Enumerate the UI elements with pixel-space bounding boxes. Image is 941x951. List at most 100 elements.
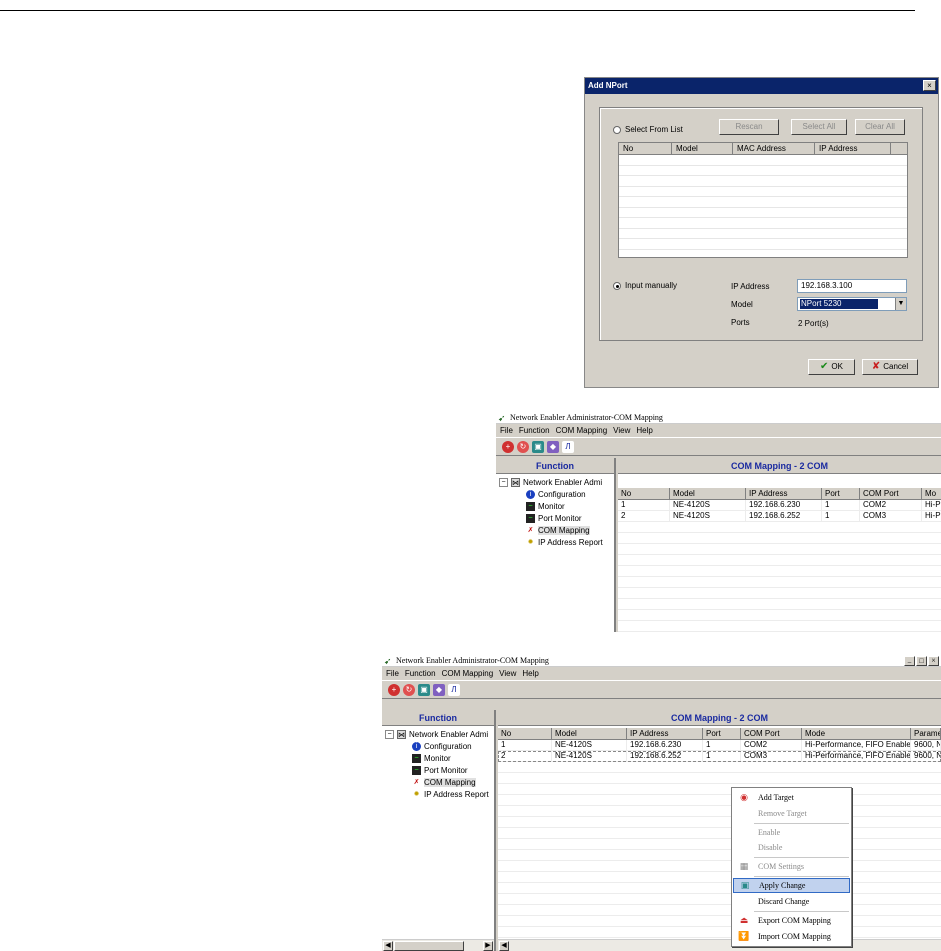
tree-item-ip-report[interactable]: ✹ IP Address Report bbox=[412, 790, 489, 799]
tree-item-monitor[interactable]: ~ Monitor bbox=[412, 754, 451, 763]
col-ip-address[interactable]: IP Address bbox=[746, 488, 822, 499]
cancel-button[interactable]: ✘ Cancel bbox=[862, 359, 918, 375]
scroll-left-icon[interactable]: ◀ bbox=[499, 941, 509, 951]
menu-com-mapping[interactable]: COM Mapping bbox=[442, 669, 494, 678]
menu-view[interactable]: View bbox=[613, 426, 630, 435]
col-port[interactable]: Port bbox=[822, 488, 860, 499]
tree-item-configuration[interactable]: i Configuration bbox=[526, 490, 586, 499]
table-row[interactable] bbox=[498, 883, 941, 894]
col-no[interactable]: No bbox=[619, 143, 672, 154]
col-mode[interactable]: Mo bbox=[922, 488, 941, 499]
menu-function[interactable]: Function bbox=[519, 426, 550, 435]
table-row[interactable] bbox=[618, 566, 941, 577]
col-ip-address[interactable]: IP Address bbox=[815, 143, 891, 154]
col-no[interactable]: No bbox=[618, 488, 670, 499]
table-row[interactable] bbox=[619, 239, 907, 250]
com-mapping-table[interactable]: No Model IP Address Port COM Port Mode P… bbox=[498, 728, 941, 938]
col-ip-address[interactable]: IP Address bbox=[627, 728, 703, 739]
table-row[interactable] bbox=[498, 872, 941, 883]
table-row[interactable] bbox=[619, 155, 907, 166]
table-row[interactable] bbox=[498, 828, 941, 839]
dialog-close-button[interactable]: × bbox=[923, 80, 936, 91]
col-com-port[interactable]: COM Port bbox=[741, 728, 802, 739]
table-row[interactable]: 1 NE-4120S 192.168.6.230 1 COM2 Hi-Perfo… bbox=[498, 740, 941, 751]
menu-view[interactable]: View bbox=[499, 669, 516, 678]
clear-all-button[interactable]: Clear All bbox=[855, 119, 905, 135]
table-row[interactable] bbox=[498, 817, 941, 828]
table-row[interactable]: 2 NE-4120S 192.168.6.252 1 COM3 Hi-Perfo… bbox=[498, 751, 941, 762]
table-row[interactable]: 1 NE-4120S 192.168.6.230 1 COM2 Hi-P bbox=[618, 500, 941, 511]
table-row[interactable] bbox=[498, 806, 941, 817]
tree-item-port-monitor[interactable]: ~ Port Monitor bbox=[412, 766, 468, 775]
table-row[interactable] bbox=[619, 208, 907, 218]
table-row[interactable] bbox=[619, 166, 907, 176]
refresh-icon[interactable]: ↻ bbox=[517, 440, 529, 453]
port-icon[interactable]: Л bbox=[448, 683, 460, 696]
select-from-list-radio[interactable] bbox=[613, 126, 621, 134]
com-mapping-table[interactable]: No Model IP Address Port COM Port Mo 1 N… bbox=[618, 488, 941, 632]
table-row[interactable] bbox=[618, 599, 941, 610]
menu-item-com-settings[interactable]: ▦ COM Settings bbox=[733, 859, 850, 874]
menu-file[interactable]: File bbox=[500, 426, 513, 435]
menu-com-mapping[interactable]: COM Mapping bbox=[556, 426, 608, 435]
table-row[interactable] bbox=[619, 229, 907, 239]
close-button[interactable]: × bbox=[928, 656, 939, 666]
col-mac-address[interactable]: MAC Address bbox=[733, 143, 815, 154]
menu-item-discard-change[interactable]: Discard Change bbox=[733, 894, 850, 909]
table-row[interactable] bbox=[498, 927, 941, 938]
table-row[interactable] bbox=[618, 544, 941, 555]
scroll-right-icon[interactable]: ▶ bbox=[483, 941, 493, 951]
select-all-button[interactable]: Select All bbox=[791, 119, 847, 135]
table-row[interactable]: 2 NE-4120S 192.168.6.252 1 COM3 Hi-P bbox=[618, 511, 941, 522]
col-model[interactable]: Model bbox=[672, 143, 733, 154]
collapse-icon[interactable]: − bbox=[385, 730, 394, 739]
table-row[interactable] bbox=[498, 795, 941, 806]
add-target-icon[interactable]: + bbox=[388, 683, 400, 696]
tree-item-monitor[interactable]: ~ Monitor bbox=[526, 502, 565, 511]
menu-help[interactable]: Help bbox=[522, 669, 538, 678]
table-row[interactable] bbox=[618, 555, 941, 566]
table-row[interactable] bbox=[618, 533, 941, 544]
ip-address-input[interactable]: 192.168.3.100 bbox=[797, 279, 907, 293]
col-no[interactable]: No bbox=[498, 728, 552, 739]
scrollbar-thumb[interactable] bbox=[394, 941, 464, 951]
table-row[interactable] bbox=[618, 522, 941, 533]
menu-file[interactable]: File bbox=[386, 669, 399, 678]
tree-item-configuration[interactable]: i Configuration bbox=[412, 742, 472, 751]
maximize-button[interactable]: □ bbox=[916, 656, 927, 666]
table-row[interactable] bbox=[498, 894, 941, 905]
port-icon[interactable]: Л bbox=[562, 440, 574, 453]
table-row[interactable] bbox=[498, 784, 941, 795]
table-row[interactable] bbox=[619, 197, 907, 208]
table-row[interactable] bbox=[618, 610, 941, 621]
menu-help[interactable]: Help bbox=[636, 426, 652, 435]
tree-item-com-mapping[interactable]: ✗ COM Mapping bbox=[526, 526, 590, 535]
apply-icon[interactable]: ▣ bbox=[418, 683, 430, 696]
input-manually-radio[interactable] bbox=[613, 282, 621, 290]
add-target-icon[interactable]: + bbox=[502, 440, 514, 453]
model-select[interactable]: NPort 5230 ▼ bbox=[797, 297, 907, 311]
menu-item-disable[interactable]: Disable bbox=[733, 840, 850, 855]
collapse-icon[interactable]: − bbox=[499, 478, 508, 487]
chevron-down-icon[interactable]: ▼ bbox=[895, 298, 906, 310]
settings-icon[interactable]: ◆ bbox=[433, 683, 445, 696]
table-row[interactable] bbox=[498, 773, 941, 784]
menu-item-add-target[interactable]: ◉ Add Target bbox=[733, 790, 850, 805]
col-model[interactable]: Model bbox=[670, 488, 746, 499]
tree-root[interactable]: − ⋈ Network Enabler Admi bbox=[385, 730, 488, 739]
refresh-icon[interactable]: ↻ bbox=[403, 683, 415, 696]
ok-button[interactable]: ✔ OK bbox=[808, 359, 855, 375]
menu-item-remove-target[interactable]: Remove Target bbox=[733, 806, 850, 821]
col-mode[interactable]: Mode bbox=[802, 728, 911, 739]
settings-icon[interactable]: ◆ bbox=[547, 440, 559, 453]
col-port[interactable]: Port bbox=[703, 728, 741, 739]
menu-item-export[interactable]: ⏏ Export COM Mapping bbox=[733, 913, 850, 928]
tree-item-com-mapping[interactable]: ✗ COM Mapping bbox=[412, 778, 476, 787]
horizontal-scrollbar[interactable]: ◀ ▶ bbox=[382, 939, 494, 951]
tree-item-ip-report[interactable]: ✹ IP Address Report bbox=[526, 538, 603, 547]
table-row[interactable] bbox=[498, 850, 941, 861]
menu-item-apply-change[interactable]: ▣ Apply Change bbox=[733, 878, 850, 893]
table-row[interactable] bbox=[618, 621, 941, 632]
minimize-button[interactable]: _ bbox=[904, 656, 915, 666]
col-com-port[interactable]: COM Port bbox=[860, 488, 922, 499]
